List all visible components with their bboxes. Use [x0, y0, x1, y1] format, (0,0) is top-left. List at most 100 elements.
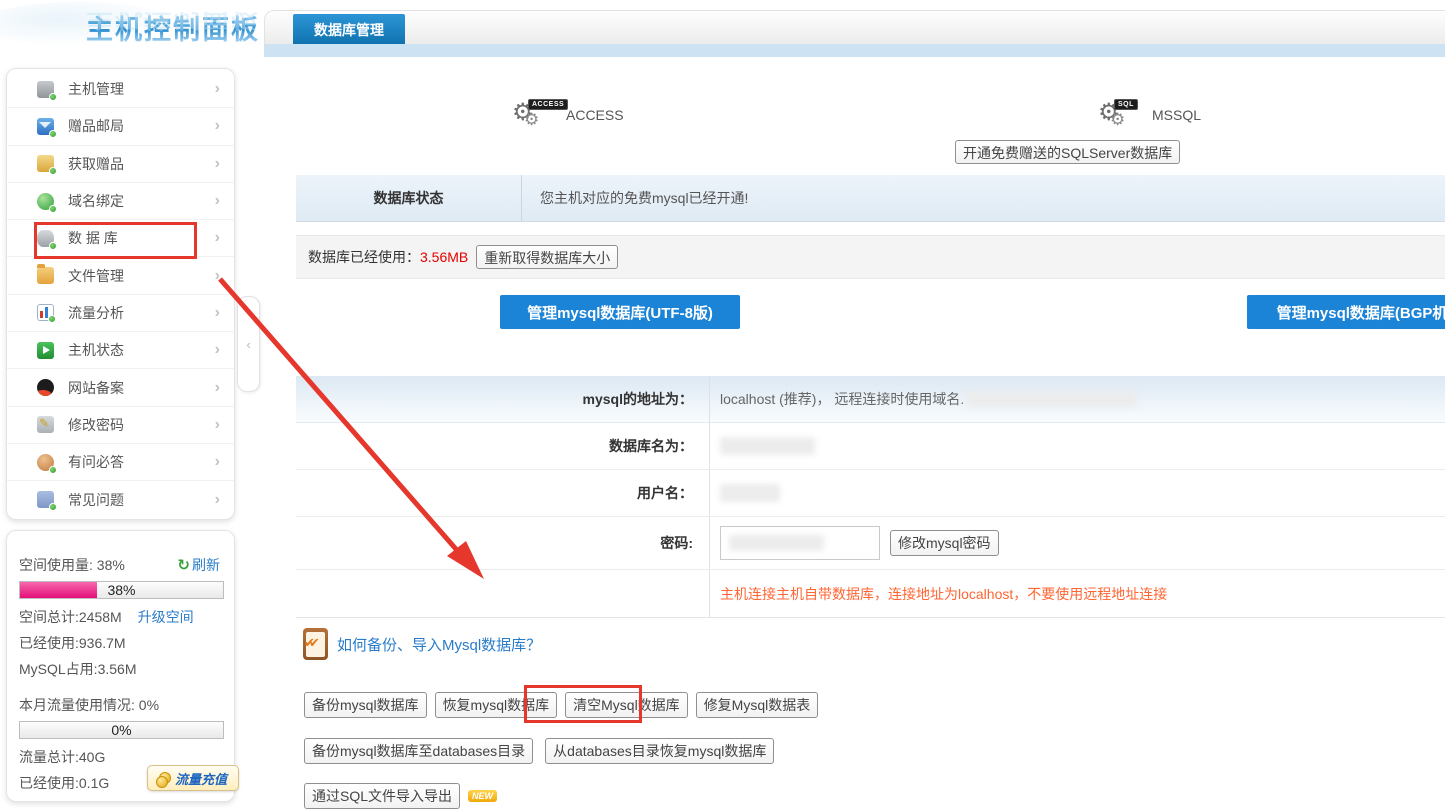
refresh-link[interactable]: ↻刷新: [177, 555, 220, 575]
chevron-right-icon: ›: [215, 192, 220, 210]
table-row-dbname: 数据库名为：: [296, 423, 1445, 470]
person-icon: [37, 454, 54, 471]
pencil-password-icon: [37, 416, 54, 433]
space-usage-label: 空间使用量: 38%: [19, 557, 125, 573]
username-label: 用户名：: [296, 470, 710, 516]
empty-mysql-button[interactable]: 清空Mysql数据库: [565, 692, 688, 718]
restore-from-databases-dir-button[interactable]: 从databases目录恢复mysql数据库: [545, 738, 774, 764]
sidebar-item-get-gifts[interactable]: 获取赠品 ›: [7, 146, 234, 183]
traffic-used: 已经使用:0.1G: [19, 775, 109, 791]
backup-help-row: 如何备份、导入Mysql数据库？: [303, 628, 541, 660]
db-type-access: ⚙ ⚙ ACCESS ACCESS: [512, 98, 624, 132]
sidebar-item-database[interactable]: 数 据 库 ›: [7, 220, 234, 257]
sidebar-item-gift-mail[interactable]: 赠品邮局 ›: [7, 108, 234, 145]
sidebar-item-file-management[interactable]: 文件管理 ›: [7, 257, 234, 294]
gift-icon: [37, 155, 54, 172]
app-title-reflection: 主机控制面板: [86, 9, 260, 36]
icp-record-icon: [37, 379, 54, 396]
address-label: mysql的地址为：: [296, 376, 710, 422]
space-usage-line: 空间使用量: 38% ↻刷新: [19, 555, 220, 575]
password-input[interactable]: [720, 526, 880, 560]
space-total-line: 空间总计:2458M 升级空间: [19, 607, 220, 627]
chevron-right-icon: ›: [215, 155, 220, 173]
db-type-mssql: ⚙ ⚙ SQL MSSQL: [1098, 98, 1201, 132]
restore-mysql-button[interactable]: 恢复mysql数据库: [435, 692, 558, 718]
username-value: [710, 470, 1445, 516]
db-status-header: 数据库状态: [296, 175, 522, 221]
db-usage-row: 数据库已经使用： 3.56MB 重新取得数据库大小: [296, 235, 1445, 279]
dbname-value: [710, 423, 1445, 469]
coins-icon: [159, 772, 171, 784]
backup-mysql-button[interactable]: 备份mysql数据库: [304, 692, 427, 718]
space-usage-progress-text: 38%: [20, 582, 223, 599]
mail-icon: [37, 118, 54, 135]
sidebar-item-website-icp[interactable]: 网站备案 ›: [7, 369, 234, 406]
note-empty-label: [296, 570, 710, 617]
sidebar-item-domain-binding[interactable]: 域名绑定 ›: [7, 183, 234, 220]
backup-to-databases-dir-button[interactable]: 备份mysql数据库至databases目录: [304, 738, 533, 764]
sidebar-item-host-management[interactable]: 主机管理 ›: [7, 71, 234, 108]
how-to-backup-link[interactable]: 如何备份、导入Mysql数据库？: [337, 634, 541, 655]
db-status-message: 您主机对应的免费mysql已经开通!: [522, 175, 1445, 221]
chevron-right-icon: ›: [215, 117, 220, 135]
tab-database-management[interactable]: 数据库管理: [293, 14, 405, 45]
traffic-used-line: 已经使用:0.1G 流量充值: [19, 773, 220, 793]
action-row-3: 通过SQL文件导入导出 NEW: [304, 783, 497, 809]
redacted-domain: [966, 391, 1136, 407]
db-status-row: 数据库状态 您主机对应的免费mysql已经开通!: [296, 175, 1445, 222]
chevron-right-icon: ›: [215, 491, 220, 509]
refetch-db-size-button[interactable]: 重新取得数据库大小: [476, 245, 618, 269]
db-usage-value: 3.56MB: [420, 249, 468, 265]
mysql-info-table: mysql的地址为： localhost (推荐)， 远程连接时使用域名. 数据…: [296, 376, 1445, 618]
faq-icon: [37, 491, 54, 508]
traffic-total: 流量总计:40G: [19, 747, 220, 767]
space-total: 空间总计:2458M: [19, 609, 122, 625]
dbname-label: 数据库名为：: [296, 423, 710, 469]
access-gears-icon: ⚙ ⚙ ACCESS: [512, 99, 552, 131]
sidebar-item-change-password[interactable]: 修改密码 ›: [7, 407, 234, 444]
sidebar-stats-panel: 空间使用量: 38% ↻刷新 38% 空间总计:2458M 升级空间 已经使用:…: [6, 530, 235, 802]
sidebar-item-host-status[interactable]: 主机状态 ›: [7, 332, 234, 369]
table-row-username: 用户名：: [296, 470, 1445, 517]
redacted-password: [729, 535, 824, 551]
db-usage-label: 数据库已经使用：: [308, 247, 420, 267]
upgrade-space-link[interactable]: 升级空间: [138, 609, 194, 625]
table-row-address: mysql的地址为： localhost (推荐)， 远程连接时使用域名.: [296, 376, 1445, 423]
action-row-1: 备份mysql数据库 恢复mysql数据库 清空Mysql数据库 修复Mysql…: [304, 692, 818, 718]
action-row-2: 备份mysql数据库至databases目录 从databases目录恢复mys…: [304, 738, 774, 764]
manage-mysql-utf8-button[interactable]: 管理mysql数据库(UTF-8版): [500, 295, 740, 329]
sidebar-item-faq[interactable]: 常见问题 ›: [7, 481, 234, 518]
chevron-right-icon: ›: [215, 416, 220, 434]
chevron-right-icon: ›: [215, 80, 220, 98]
sidebar-item-qa[interactable]: 有问必答 ›: [7, 444, 234, 481]
space-usage-progressbar: 38%: [19, 581, 224, 599]
chevron-right-icon: ›: [215, 341, 220, 359]
connection-note: 主机连接主机自带数据库，连接地址为localhost，不要使用远程地址连接: [710, 570, 1445, 617]
traffic-recharge-button[interactable]: 流量充值: [147, 765, 239, 791]
chart-icon: [37, 304, 54, 321]
new-badge: NEW: [468, 790, 497, 802]
play-status-icon: [37, 342, 54, 359]
table-row-note: 主机连接主机自带数据库，连接地址为localhost，不要使用远程地址连接: [296, 570, 1445, 618]
open-free-sqlserver-button[interactable]: 开通免费赠送的SQLServer数据库: [955, 140, 1180, 164]
sidebar-item-traffic-analysis[interactable]: 流量分析 ›: [7, 295, 234, 332]
sql-file-import-export-button[interactable]: 通过SQL文件导入导出: [304, 783, 460, 809]
access-label: ACCESS: [566, 107, 624, 123]
globe-icon: [37, 193, 54, 210]
content-tabbar: [264, 10, 1445, 44]
sidebar-menu: 主机管理 › 赠品邮局 › 获取赠品 › 域名绑定 › 数 据 库 › 文件管理…: [6, 68, 235, 520]
change-mysql-password-button[interactable]: 修改mysql密码: [890, 530, 999, 556]
traffic-usage-label: 本月流量使用情况: 0%: [19, 695, 220, 715]
chevron-right-icon: ›: [215, 267, 220, 285]
app-logo: 主机控制面板 主机控制面板: [0, 0, 260, 62]
address-value: localhost (推荐)， 远程连接时使用域名.: [710, 376, 1445, 422]
password-label: 密码:: [296, 517, 710, 569]
manage-mysql-bgp-button[interactable]: 管理mysql数据库(BGP机: [1247, 295, 1445, 329]
sidebar-collapse-handle[interactable]: ‹: [237, 296, 260, 392]
traffic-progressbar: 0%: [19, 721, 224, 739]
mysql-used: MySQL占用:3.56M: [19, 659, 220, 679]
redacted-username: [720, 484, 780, 502]
repair-mysql-tables-button[interactable]: 修复Mysql数据表: [696, 692, 819, 718]
chevron-right-icon: ›: [215, 304, 220, 322]
password-value: 修改mysql密码: [710, 517, 1445, 569]
